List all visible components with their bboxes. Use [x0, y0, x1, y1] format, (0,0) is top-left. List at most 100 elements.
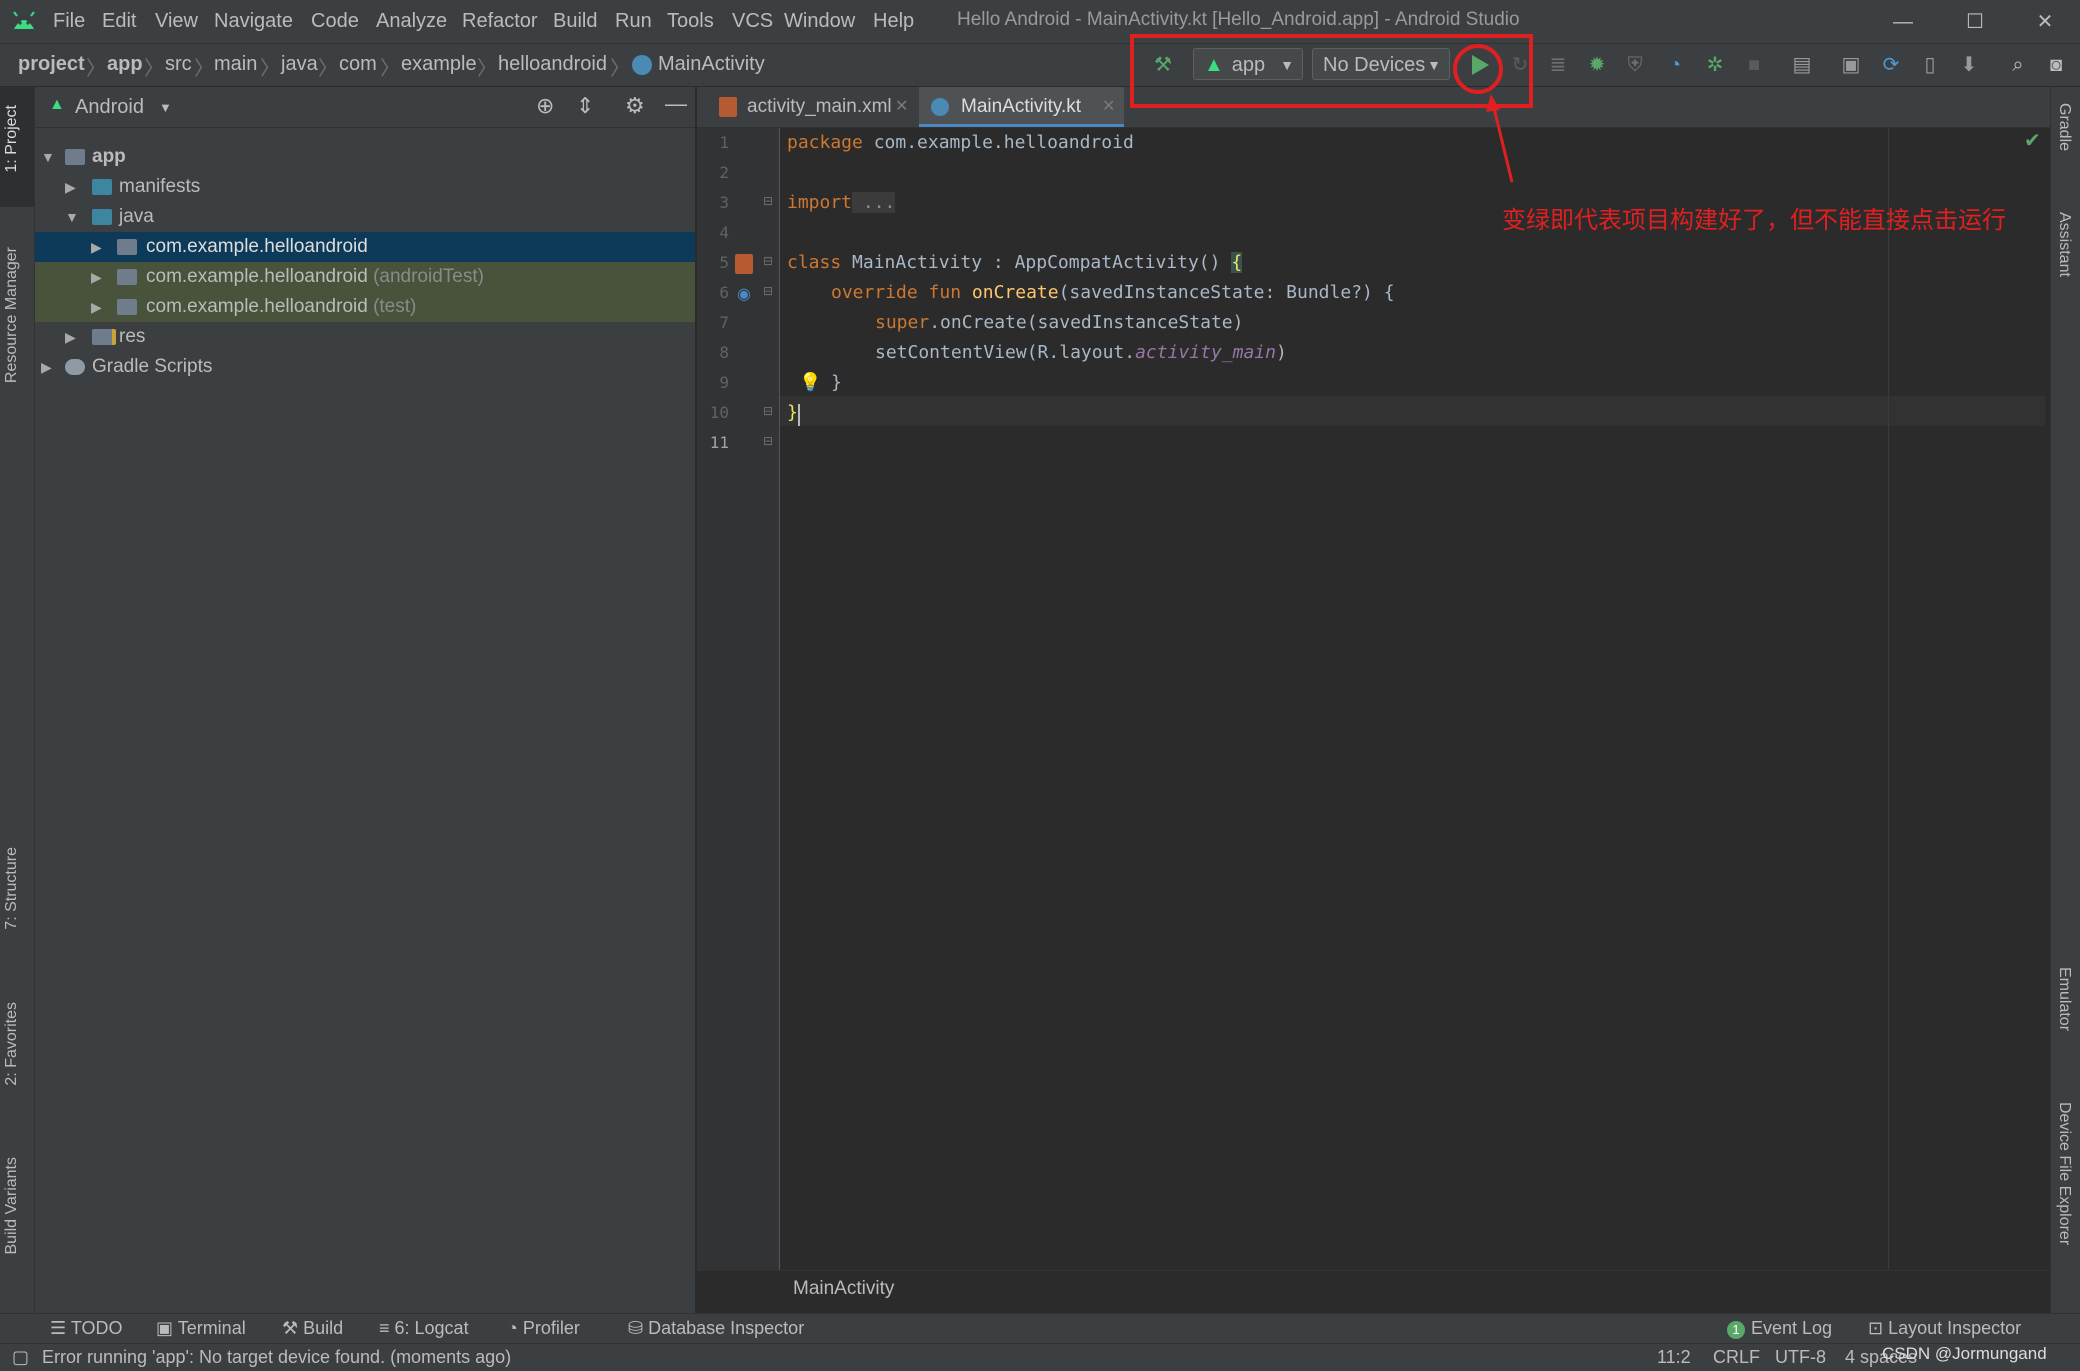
fold-icon[interactable]: ⊟	[763, 194, 773, 208]
tool-tab-profiler[interactable]: ◔ Profiler	[507, 1318, 580, 1339]
menu-navigate[interactable]: Navigate	[214, 10, 293, 33]
tree-item-java[interactable]: ▼ java	[35, 202, 695, 232]
tool-tab-build-variants[interactable]: Build Variants	[3, 1157, 21, 1255]
locate-target-icon[interactable]: ⊕	[536, 93, 554, 119]
tool-tab-emulator[interactable]: Emulator	[2055, 967, 2073, 1031]
profile-icon[interactable]: ◔	[1662, 52, 1688, 78]
menu-view[interactable]: View	[155, 10, 198, 33]
collapsed-arrow-icon[interactable]: ▶	[65, 172, 76, 202]
code-editor[interactable]: ✔ package com.example.helloandroid impor…	[780, 128, 2050, 1270]
sdk-manager-icon[interactable]: ⬇	[1956, 52, 1982, 78]
avd-manager-icon[interactable]: ▣	[1838, 52, 1864, 78]
search-icon[interactable]: ⌕	[2005, 52, 2031, 78]
account-icon[interactable]: ◙	[2043, 52, 2069, 78]
fold-icon[interactable]: ⊟	[763, 284, 773, 298]
menu-window[interactable]: Window	[784, 10, 855, 33]
menu-file[interactable]: File	[53, 10, 85, 33]
device-manager-icon[interactable]: ▯	[1917, 52, 1943, 78]
menu-analyze[interactable]: Analyze	[376, 10, 447, 33]
breadcrumb-com[interactable]: com	[339, 53, 377, 76]
breadcrumb-example[interactable]: example	[401, 53, 477, 76]
menu-tools[interactable]: Tools	[667, 10, 714, 33]
run-with-coverage-icon[interactable]: ⛨	[1622, 52, 1648, 78]
tree-item-gradle-scripts[interactable]: ▶ Gradle Scripts	[35, 352, 695, 382]
tree-item-manifests[interactable]: ▶ manifests	[35, 172, 695, 202]
tool-tab-gradle[interactable]: Gradle	[2055, 103, 2073, 151]
file-encoding[interactable]: UTF-8	[1775, 1347, 1826, 1368]
tool-tab-build[interactable]: ⚒ Build	[282, 1318, 343, 1339]
tool-tab-device-file-explorer[interactable]: Device File Explorer	[2055, 1102, 2073, 1245]
tool-tab-project[interactable]: 1: Project	[3, 105, 21, 173]
tree-item-package-androidtest[interactable]: ▶ com.example.helloandroid (androidTest)	[35, 262, 695, 292]
tool-tab-todo[interactable]: ☰ TODO	[50, 1318, 122, 1339]
menu-edit[interactable]: Edit	[102, 10, 136, 33]
intention-bulb-icon[interactable]: 💡	[799, 372, 821, 393]
collapse-all-icon[interactable]: ⇕	[576, 93, 594, 119]
expanded-arrow-icon[interactable]: ▼	[41, 142, 55, 172]
collapsed-arrow-icon[interactable]: ▶	[65, 322, 76, 352]
menu-code[interactable]: Code	[311, 10, 359, 33]
chevron-down-icon[interactable]: ▼	[159, 100, 172, 115]
folded-imports[interactable]: ...	[852, 192, 896, 213]
menu-build[interactable]: Build	[553, 10, 597, 33]
breadcrumb-mainactivity[interactable]: MainActivity	[658, 53, 765, 76]
debug-icon[interactable]: ✹	[1584, 52, 1610, 78]
expanded-arrow-icon[interactable]: ▼	[65, 202, 79, 232]
menu-refactor[interactable]: Refactor	[462, 10, 538, 33]
tool-tab-logcat[interactable]: ≡ 6: Logcat	[379, 1318, 469, 1339]
tool-tab-terminal[interactable]: ▣ Terminal	[156, 1318, 246, 1339]
status-message[interactable]: Error running 'app': No target device fo…	[42, 1347, 511, 1368]
hide-panel-icon[interactable]: —	[665, 91, 687, 117]
tab-mainactivity-kt[interactable]: MainActivity.kt ✕	[919, 87, 1124, 127]
breadcrumb-java[interactable]: java	[281, 53, 318, 76]
fold-icon[interactable]: ⊟	[763, 404, 773, 418]
menu-help[interactable]: Help	[873, 10, 914, 33]
tree-item-package-main[interactable]: ▶ com.example.helloandroid	[35, 232, 695, 262]
menu-vcs[interactable]: VCS	[732, 10, 773, 33]
collapsed-arrow-icon[interactable]: ▶	[91, 292, 102, 322]
close-button[interactable]: ✕	[2030, 8, 2060, 36]
project-structure-icon[interactable]: ▤	[1789, 52, 1815, 78]
sync-gradle-icon[interactable]: ⟳	[1878, 52, 1904, 78]
breadcrumb-helloandroid[interactable]: helloandroid	[498, 53, 607, 76]
tool-tab-assistant[interactable]: Assistant	[2055, 212, 2073, 277]
collapsed-arrow-icon[interactable]: ▶	[41, 352, 52, 382]
tree-item-package-test[interactable]: ▶ com.example.helloandroid (test)	[35, 292, 695, 322]
tool-tab-resource-manager[interactable]: Resource Manager	[3, 247, 21, 383]
close-tab-icon[interactable]: ✕	[895, 87, 908, 127]
tool-tab-structure[interactable]: 7: Structure	[3, 847, 21, 930]
menu-run[interactable]: Run	[615, 10, 652, 33]
breadcrumb-separator: 〉	[86, 58, 106, 80]
breadcrumb-main[interactable]: main	[214, 53, 257, 76]
navigation-bar: project 〉 app 〉 src 〉 main 〉 java 〉 com …	[0, 44, 2080, 87]
minimize-button[interactable]: —	[1888, 8, 1918, 36]
tree-item-res[interactable]: ▶ res	[35, 322, 695, 352]
gear-icon[interactable]: ⚙	[625, 93, 645, 119]
breadcrumb-app[interactable]: app	[107, 53, 143, 76]
tool-tab-event-log[interactable]: 1 Event Log	[1727, 1318, 1832, 1339]
close-tab-icon[interactable]: ✕	[1102, 87, 1115, 127]
activity-layout-gutter-icon[interactable]	[735, 254, 753, 274]
fold-icon[interactable]: ⊟	[763, 434, 773, 448]
attach-debugger-icon[interactable]: ✲	[1702, 52, 1728, 78]
list-icon: ☰	[50, 1318, 71, 1338]
tree-item-app[interactable]: ▼ app	[35, 142, 695, 172]
override-gutter-icon[interactable]: ◉	[737, 284, 751, 304]
tool-tab-favorites[interactable]: 2: Favorites	[3, 1002, 21, 1086]
toggle-tool-windows-icon[interactable]: ▢	[12, 1347, 29, 1368]
apply-code-changes-icon[interactable]: ≣	[1545, 52, 1571, 78]
fold-icon[interactable]: ⊟	[763, 254, 773, 268]
maximize-button[interactable]: ☐	[1960, 8, 1990, 36]
editor-breadcrumb-mainactivity[interactable]: MainActivity	[793, 1278, 894, 1300]
breadcrumb-src[interactable]: src	[165, 53, 192, 76]
collapsed-arrow-icon[interactable]: ▶	[91, 262, 102, 292]
tool-tab-database-inspector[interactable]: ⛁ Database Inspector	[628, 1318, 804, 1339]
tab-activity-main-xml[interactable]: activity_main.xml ✕	[705, 87, 915, 127]
stop-icon[interactable]: ■	[1741, 52, 1767, 78]
breadcrumb-project[interactable]: project	[18, 53, 85, 76]
project-view-mode[interactable]: Android	[75, 96, 144, 119]
line-separator[interactable]: CRLF	[1713, 1347, 1760, 1368]
tool-tab-layout-inspector[interactable]: ⊡ Layout Inspector	[1868, 1318, 2021, 1339]
collapsed-arrow-icon[interactable]: ▶	[91, 232, 102, 262]
caret-position[interactable]: 11:2	[1657, 1347, 1691, 1368]
